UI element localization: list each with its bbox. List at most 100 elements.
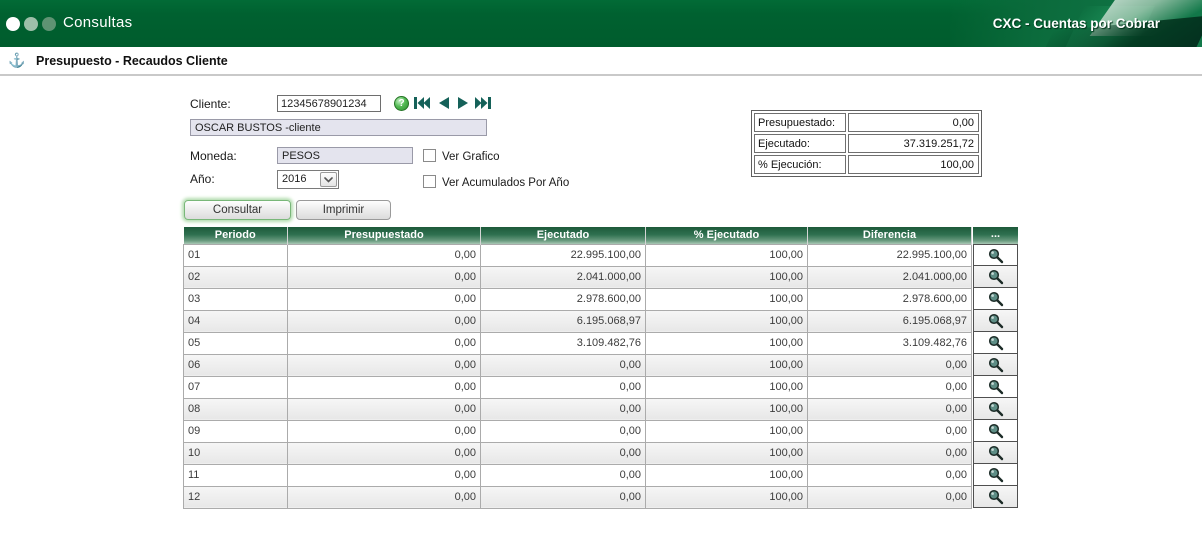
previous-record-button[interactable] [435,95,452,111]
cell-periodo: 11 [183,463,288,487]
help-icon[interactable]: ? [394,96,409,111]
cell-periodo: 05 [183,331,288,355]
table-row: 05 0,00 3.109.482,76 100,00 3.109.482,76 [183,331,972,355]
cell-diferencia: 6.195.068,97 [807,309,972,333]
magnifier-icon [988,291,1003,307]
cell-pct_ejecutado: 100,00 [645,485,808,509]
brand-title: CXC - Cuentas por Cobrar [992,16,1160,31]
cell-periodo: 03 [183,287,288,311]
periods-table: Periodo Presupuestado Ejecutado % Ejecut… [183,227,972,509]
row-detail-button[interactable] [973,464,1018,486]
imprimir-button[interactable]: Imprimir [296,200,391,220]
cell-diferencia: 2.978.600,00 [807,287,972,311]
title-bar: Consultas CXC - Cuentas por Cobrar [0,0,1202,47]
magnifier-icon [988,445,1003,461]
col-header-periodo[interactable]: Periodo [183,227,288,244]
ver-acumulados-checkbox[interactable] [423,175,436,188]
cell-pct_ejecutado: 100,00 [645,265,808,289]
row-detail-button[interactable] [973,354,1018,376]
cell-periodo: 07 [183,375,288,399]
row-detail-button[interactable] [973,244,1018,266]
cell-periodo: 10 [183,441,288,465]
col-header-actions: ... [973,227,1018,244]
table-row: 07 0,00 0,00 100,00 0,00 [183,375,972,399]
row-detail-button[interactable] [973,376,1018,398]
cell-presupuestado: 0,00 [287,243,481,267]
cell-presupuestado: 0,00 [287,463,481,487]
row-detail-button[interactable] [973,310,1018,332]
cell-ejecutado: 0,00 [480,485,646,509]
table-row: 06 0,00 0,00 100,00 0,00 [183,353,972,377]
magnifier-icon [988,489,1003,505]
cell-presupuestado: 0,00 [287,375,481,399]
table-row: 08 0,00 0,00 100,00 0,00 [183,397,972,421]
cell-diferencia: 3.109.482,76 [807,331,972,355]
last-record-button[interactable] [475,95,492,111]
row-detail-button[interactable] [973,266,1018,288]
cell-periodo: 12 [183,485,288,509]
magnifier-icon [988,335,1003,351]
cell-diferencia: 22.995.100,00 [807,243,972,267]
magnifier-icon [988,467,1003,483]
col-header-pct-ejecutado[interactable]: % Ejecutado [645,227,808,244]
cell-periodo: 08 [183,397,288,421]
chevron-down-icon[interactable] [320,172,337,187]
cell-ejecutado: 0,00 [480,419,646,443]
cell-presupuestado: 0,00 [287,287,481,311]
cell-pct_ejecutado: 100,00 [645,441,808,465]
table-row: 03 0,00 2.978.600,00 100,00 2.978.600,00 [183,287,972,311]
cell-pct_ejecutado: 100,00 [645,309,808,333]
cell-diferencia: 0,00 [807,463,972,487]
anchor-icon[interactable]: ⚓ [8,51,25,69]
magnifier-icon [988,269,1003,285]
page-title-row: ⚓ Presupuesto - Recaudos Cliente [0,47,1202,76]
cell-pct_ejecutado: 100,00 [645,331,808,355]
first-record-button[interactable] [413,95,430,111]
cell-periodo: 06 [183,353,288,377]
presupuestado-value: 0,00 [848,113,979,132]
row-detail-button[interactable] [973,288,1018,310]
col-header-diferencia[interactable]: Diferencia [807,227,972,244]
cell-presupuestado: 0,00 [287,265,481,289]
cell-ejecutado: 6.195.068,97 [480,309,646,333]
cell-presupuestado: 0,00 [287,419,481,443]
magnifier-icon [988,379,1003,395]
ver-grafico-checkbox[interactable] [423,149,436,162]
table-row: 11 0,00 0,00 100,00 0,00 [183,463,972,487]
window-dot-icon [42,17,56,31]
moneda-label: Moneda: [190,149,237,163]
cliente-label: Cliente: [190,97,231,111]
next-record-button[interactable] [455,95,472,111]
magnifier-icon [988,401,1003,417]
ejecutado-label: Ejecutado: [754,134,846,153]
cell-periodo: 04 [183,309,288,333]
magnifier-icon [988,313,1003,329]
table-row: 12 0,00 0,00 100,00 0,00 [183,485,972,509]
table-row: 01 0,00 22.995.100,00 100,00 22.995.100,00 [183,243,972,267]
window-dot-icon [6,17,20,31]
cell-ejecutado: 0,00 [480,375,646,399]
cell-pct_ejecutado: 100,00 [645,287,808,311]
cell-ejecutado: 2.041.000,00 [480,265,646,289]
cell-diferencia: 0,00 [807,353,972,377]
magnifier-icon [988,357,1003,373]
row-detail-button[interactable] [973,420,1018,442]
anio-select[interactable]: 2016 [277,170,339,189]
anio-label: Año: [190,172,215,186]
brand-image: CXC - Cuentas por Cobrar [950,0,1202,47]
magnifier-icon [988,248,1003,264]
table-row: 10 0,00 0,00 100,00 0,00 [183,441,972,465]
row-detail-button[interactable] [973,442,1018,464]
consultar-button[interactable]: Consultar [184,200,291,220]
summary-panel: Presupuestado: 0,00 Ejecutado: 37.319.25… [751,110,982,177]
row-detail-button[interactable] [973,486,1018,508]
row-detail-button[interactable] [973,398,1018,420]
ver-grafico-label: Ver Grafico [442,151,500,163]
cell-diferencia: 2.041.000,00 [807,265,972,289]
col-header-ejecutado[interactable]: Ejecutado [480,227,646,244]
col-header-presupuestado[interactable]: Presupuestado [287,227,481,244]
row-detail-button[interactable] [973,332,1018,354]
summary-row: % Ejecución: 100,00 [754,155,979,174]
cell-pct_ejecutado: 100,00 [645,463,808,487]
cliente-input[interactable] [277,95,381,112]
